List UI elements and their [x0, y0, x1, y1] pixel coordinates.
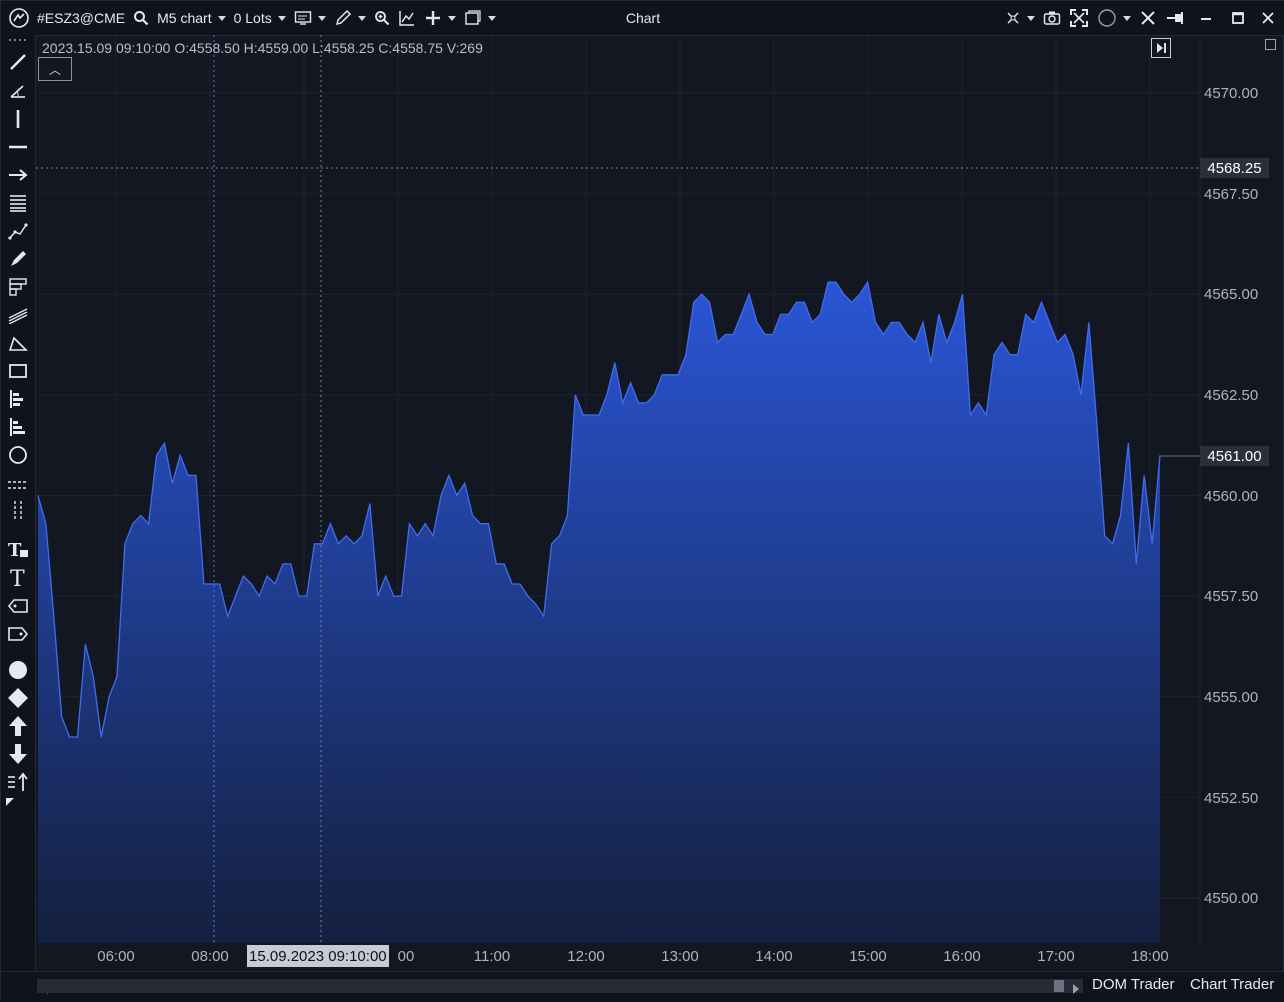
- scroll-right-icon[interactable]: [1072, 981, 1080, 999]
- price-label: 4557.50: [1204, 588, 1259, 605]
- chart-window: #ESZ3@CME M5 chart 0 Lots Chart T T 2023…: [0, 0, 1284, 1002]
- price-label: 4565.00: [1204, 286, 1259, 303]
- last-price-tag: 4561.00: [1200, 446, 1269, 466]
- dom-trader-button[interactable]: DOM Trader: [1092, 976, 1175, 993]
- chevron-up-icon: ︿: [48, 62, 61, 77]
- price-label: 4552.50: [1204, 790, 1259, 807]
- crosshair-time-tag: 15.09.2023 09:10:00: [247, 945, 389, 967]
- time-label: 18:00: [1131, 948, 1169, 965]
- chart-trader-button[interactable]: Chart Trader: [1190, 976, 1274, 993]
- time-label: 15:00: [849, 948, 887, 965]
- price-area-fill: [38, 282, 1160, 943]
- time-label: 13:00: [661, 948, 699, 965]
- price-label: 4550.00: [1204, 890, 1259, 907]
- crosshair-price-tag: 4568.25: [1200, 158, 1269, 178]
- time-label: 06:00: [97, 948, 135, 965]
- time-label: 14:00: [755, 948, 793, 965]
- price-label: 4555.00: [1204, 689, 1259, 706]
- ohlc-info: 2023.15.09 09:10:00 O:4558.50 H:4559.00 …: [42, 40, 483, 56]
- price-label: 4570.00: [1204, 85, 1259, 102]
- time-label: 17:00: [1037, 948, 1075, 965]
- time-label: 16:00: [943, 948, 981, 965]
- time-label: 11:00: [473, 948, 511, 965]
- price-label: 4560.00: [1204, 488, 1259, 505]
- scroll-to-end-button[interactable]: [1151, 38, 1171, 58]
- collapse-info-button[interactable]: ︿: [38, 57, 72, 81]
- chart-area[interactable]: [1, 1, 1284, 971]
- time-label: 08:00: [191, 948, 229, 965]
- axis-settings-icon[interactable]: [1265, 39, 1276, 50]
- crosshair-time-suffix: 00: [397, 948, 415, 965]
- skip-end-icon: [1157, 43, 1166, 53]
- horizontal-scrollbar[interactable]: [37, 979, 1083, 993]
- price-label: 4567.50: [1204, 186, 1259, 203]
- bottom-bar: DOM Trader Chart Trader: [1, 971, 1284, 1002]
- price-label: 4562.50: [1204, 387, 1259, 404]
- time-label: 12:00: [567, 948, 605, 965]
- scrollbar-thumb[interactable]: [1054, 980, 1064, 992]
